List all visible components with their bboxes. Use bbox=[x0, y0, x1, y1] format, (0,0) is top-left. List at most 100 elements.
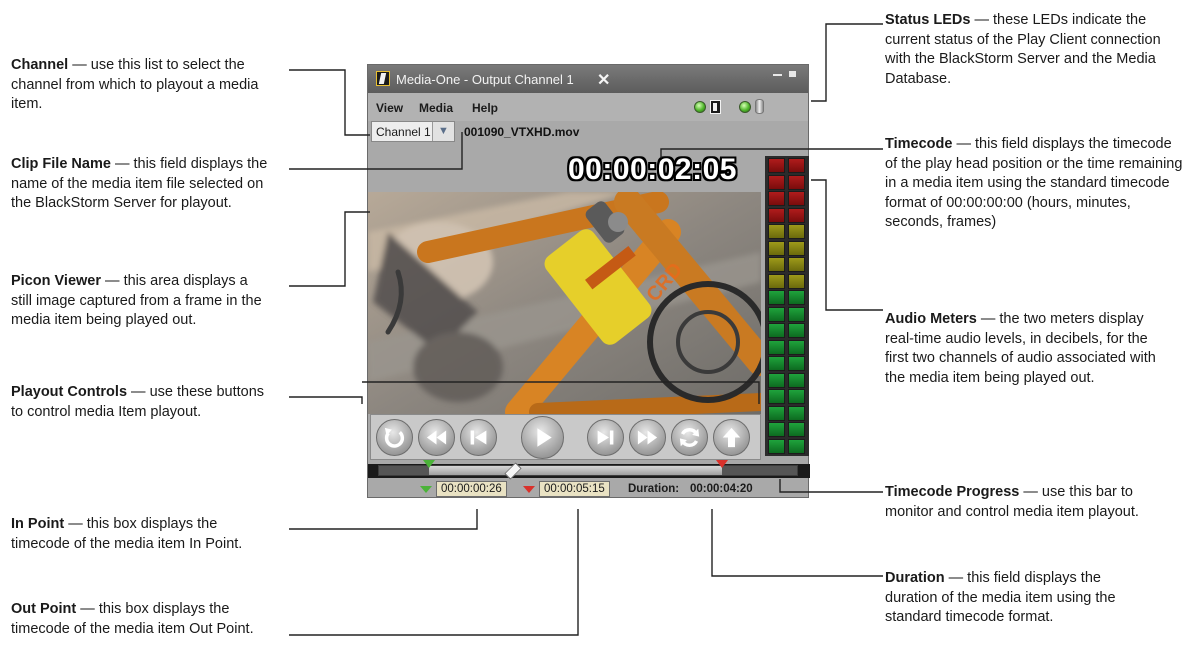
meter-segment bbox=[788, 158, 805, 173]
meter-segment bbox=[768, 257, 785, 272]
meter-segment bbox=[768, 372, 785, 388]
meter-segment bbox=[788, 323, 805, 338]
timecode-progress-bar[interactable] bbox=[368, 460, 810, 480]
callout-timecode-progress: Timecode Progress — use this bar to moni… bbox=[885, 483, 1160, 522]
leader-out-point bbox=[289, 509, 579, 636]
meter-segment bbox=[768, 290, 785, 305]
timecode-footer: 00:00:00:26 00:00:05:15 Duration: 00:00:… bbox=[368, 479, 810, 499]
meter-segment bbox=[768, 339, 785, 355]
progress-in-out-range bbox=[429, 466, 722, 475]
meter-segment bbox=[788, 422, 805, 437]
loop-icon bbox=[384, 427, 405, 448]
menu-view[interactable]: View bbox=[376, 101, 403, 115]
meter-segment bbox=[788, 438, 805, 454]
meter-segment bbox=[768, 207, 785, 223]
picon-viewer: CRD bbox=[368, 192, 761, 414]
out-point-icon bbox=[523, 486, 535, 493]
dash: — bbox=[970, 12, 993, 28]
meter-segment bbox=[788, 257, 805, 272]
meter-segment bbox=[788, 356, 805, 371]
dash: — bbox=[127, 384, 150, 400]
callout-title: Out Point bbox=[11, 601, 77, 617]
in-point-marker[interactable] bbox=[423, 460, 436, 468]
server-icon bbox=[710, 100, 721, 114]
previous-icon bbox=[470, 430, 487, 445]
callout-in-point: In Point — this box displays the timecod… bbox=[11, 515, 276, 554]
meter-segment bbox=[788, 174, 805, 190]
next-button[interactable] bbox=[587, 419, 624, 456]
meter-segment bbox=[768, 422, 785, 437]
eject-button[interactable] bbox=[713, 419, 750, 456]
out-point-marker[interactable] bbox=[715, 460, 728, 468]
leader-audio-meters bbox=[811, 179, 883, 311]
callout-title: Channel bbox=[11, 57, 69, 73]
playout-controls bbox=[370, 414, 761, 460]
meter-segment bbox=[788, 339, 805, 355]
meter-segment bbox=[788, 224, 805, 239]
dash: — bbox=[1019, 484, 1042, 500]
dash: — bbox=[68, 57, 91, 73]
chevron-down-icon[interactable]: ▼ bbox=[432, 122, 454, 141]
title-bar[interactable]: Media-One - Output Channel 1 ✕ bbox=[368, 65, 808, 93]
callout-playout-controls: Playout Controls — use these buttons to … bbox=[11, 383, 276, 422]
media-one-window: Media-One - Output Channel 1 ✕ View Medi… bbox=[367, 64, 810, 499]
sync-button[interactable] bbox=[671, 419, 708, 456]
play-button[interactable] bbox=[521, 416, 564, 459]
eject-icon bbox=[722, 427, 741, 448]
progress-track[interactable] bbox=[378, 460, 798, 480]
dash: — bbox=[976, 311, 1000, 327]
meter-segment bbox=[768, 174, 785, 190]
callout-title: Status LEDs bbox=[885, 12, 971, 28]
meter-segment bbox=[788, 372, 805, 388]
out-point-field[interactable]: 00:00:05:15 bbox=[539, 481, 610, 497]
callout-title: In Point bbox=[11, 516, 65, 532]
minimize-icon[interactable] bbox=[773, 74, 782, 76]
window-title: Media-One - Output Channel 1 bbox=[396, 72, 574, 87]
dash: — bbox=[110, 156, 134, 172]
callout-clip-file-name: Clip File Name — this field displays the… bbox=[11, 155, 276, 214]
dash: — bbox=[952, 136, 975, 152]
meter-segment bbox=[768, 240, 785, 256]
meter-segment bbox=[768, 191, 785, 206]
callout-title: Playout Controls bbox=[11, 384, 128, 400]
meter-segment bbox=[768, 405, 785, 421]
leader-in-point bbox=[289, 509, 478, 530]
meter-segment bbox=[768, 389, 785, 404]
callout-title: Timecode Progress bbox=[885, 484, 1020, 500]
callout-picon-viewer: Picon Viewer — this area displays a stil… bbox=[11, 272, 266, 331]
meter-segment bbox=[788, 207, 805, 223]
menu-media[interactable]: Media bbox=[419, 101, 453, 115]
callout-out-point: Out Point — this box displays the timeco… bbox=[11, 600, 276, 639]
next-icon bbox=[597, 430, 614, 445]
menu-help[interactable]: Help bbox=[472, 101, 498, 115]
meter-segment bbox=[788, 306, 805, 322]
leader-channel bbox=[289, 69, 370, 136]
database-icon bbox=[755, 99, 764, 114]
dash: — bbox=[76, 601, 99, 617]
meter-segment bbox=[768, 323, 785, 338]
meter-segment bbox=[768, 306, 785, 322]
in-point-field[interactable]: 00:00:00:26 bbox=[436, 481, 507, 497]
callout-duration: Duration — this field displays the durat… bbox=[885, 569, 1140, 628]
leader-playout-left bbox=[289, 396, 363, 404]
fast-forward-button[interactable] bbox=[629, 419, 666, 456]
meter-segment bbox=[768, 224, 785, 239]
duration-label: Duration: bbox=[628, 483, 680, 495]
meter-segment bbox=[788, 191, 805, 206]
timecode-display: 00:00:02:05 bbox=[568, 153, 737, 186]
sync-icon bbox=[679, 427, 700, 448]
maximize-icon[interactable] bbox=[789, 71, 796, 77]
callout-title: Timecode bbox=[885, 136, 953, 152]
callout-title: Clip File Name bbox=[11, 156, 111, 172]
callout-title: Duration bbox=[885, 570, 945, 586]
rewind-button[interactable] bbox=[418, 419, 455, 456]
channel-select[interactable]: Channel 1 ▼ bbox=[371, 121, 455, 142]
playhead-handle[interactable] bbox=[504, 462, 522, 480]
callout-timecode: Timecode — this field displays the timec… bbox=[885, 135, 1185, 233]
loop-button[interactable] bbox=[376, 419, 413, 456]
previous-button[interactable] bbox=[460, 419, 497, 456]
menu-bar: View Media Help bbox=[368, 93, 808, 121]
close-icon[interactable]: ✕ bbox=[597, 70, 610, 90]
audio-meters bbox=[765, 156, 809, 456]
leader-duration bbox=[711, 509, 883, 577]
